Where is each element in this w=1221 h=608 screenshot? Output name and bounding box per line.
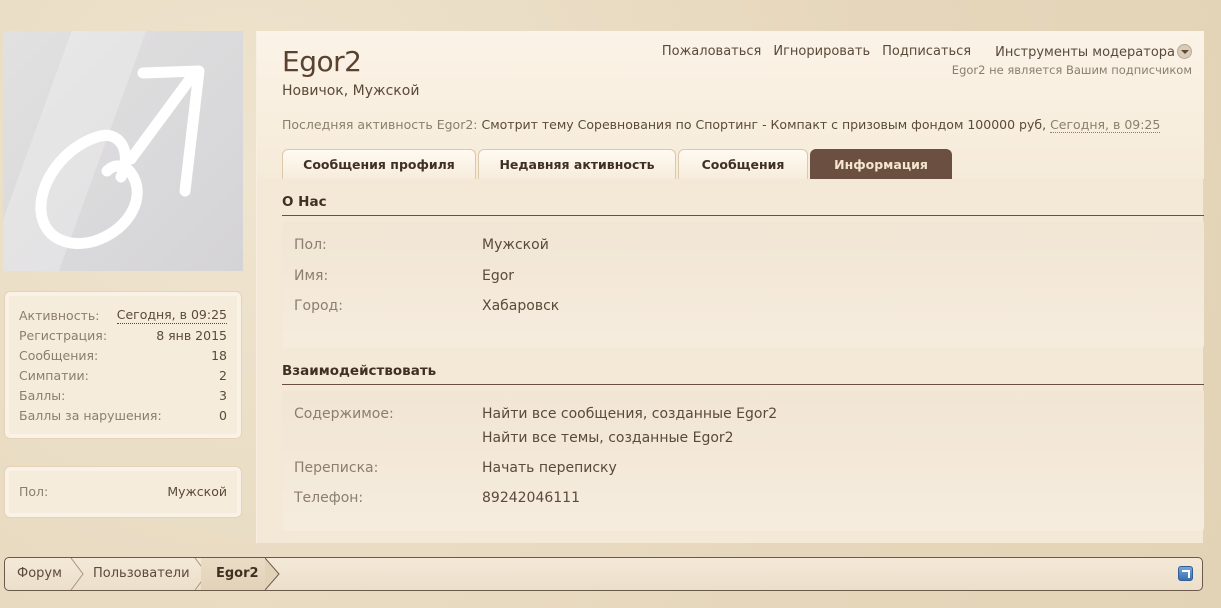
about-section-body: Пол: Мужской Имя: Egor Город: Хабаровск <box>282 222 1204 348</box>
jump-to-icon[interactable] <box>1178 566 1193 581</box>
info-label: Имя: <box>294 268 329 284</box>
male-symbol-icon <box>35 65 205 249</box>
breadcrumb-separator-icon <box>265 558 280 590</box>
stat-label: Баллы: <box>19 388 66 403</box>
breadcrumb-item-current: Egor2 <box>216 566 259 581</box>
stat-row-registration: Регистрация: 8 янв 2015 <box>19 326 227 346</box>
page-title: Egor2 <box>282 45 362 78</box>
follow-link[interactable]: Подписаться <box>882 44 971 60</box>
stat-value-likes: 2 <box>219 368 227 383</box>
about-section-title: О Нас <box>282 180 1204 216</box>
stat-value-points: 3 <box>219 388 227 403</box>
stat-label: Баллы за нарушения: <box>19 408 162 423</box>
stat-row-activity: Активность: Сегодня, в 09:25 <box>19 306 227 326</box>
stat-row-messages: Сообщения: 18 <box>19 346 227 366</box>
member-gender-box: Пол: Мужской <box>4 466 242 518</box>
info-value: Egor <box>482 268 515 284</box>
chevron-down-icon <box>1177 44 1192 59</box>
info-value: Мужской <box>482 237 549 253</box>
profile-tabs: Сообщения профиля Недавняя активность Со… <box>282 149 954 179</box>
user-title: Новичок, Мужской <box>282 83 420 99</box>
breadcrumb: Форум Пользователи Egor2 <box>4 557 1203 591</box>
stat-value-activity[interactable]: Сегодня, в 09:25 <box>116 307 227 324</box>
moderator-tools-label: Инструменты модератора <box>995 45 1175 60</box>
breadcrumb-separator-icon <box>70 558 84 590</box>
phone-value: 89242046111 <box>482 490 580 506</box>
tab-recent-activity[interactable]: Недавняя активность <box>478 149 676 179</box>
stat-label: Регистрация: <box>19 328 108 343</box>
member-stats-box: Активность: Сегодня, в 09:25 Регистрация… <box>4 291 242 439</box>
tab-information[interactable]: Информация <box>810 149 952 179</box>
stat-label: Сообщения: <box>19 348 99 363</box>
profile-header: Egor2 Новичок, Мужской Пожаловаться Игно… <box>257 31 1204 179</box>
stat-value-warning-points: 0 <box>219 408 227 423</box>
breadcrumb-item-users[interactable]: Пользователи <box>93 558 190 590</box>
stat-row-warning-points: Баллы за нарушения: 0 <box>19 406 227 426</box>
last-activity: Последняя активность Egor2: Смотрит тему… <box>282 117 1161 133</box>
profile-main-panel: Egor2 Новичок, Мужской Пожаловаться Игно… <box>256 31 1204 543</box>
last-activity-time[interactable]: Сегодня, в 09:25 <box>1050 117 1161 133</box>
last-activity-text: Смотрит тему Соревнования по Спортинг - … <box>481 117 1047 132</box>
stat-row-gender: Пол: Мужской <box>19 482 227 502</box>
follow-status-note: Egor2 не является Вашим подписчиком <box>951 63 1192 77</box>
info-value: Хабаровск <box>482 298 560 314</box>
stat-row-likes: Симпатии: 2 <box>19 366 227 386</box>
stat-value-registration: 8 янв 2015 <box>156 328 227 343</box>
stat-row-points: Баллы: 3 <box>19 386 227 406</box>
profile-actions: Пожаловаться Игнорировать Подписаться Ин… <box>650 44 1192 60</box>
breadcrumb-item-forum[interactable]: Форум <box>17 558 62 590</box>
start-conversation-link[interactable]: Начать переписку <box>482 460 617 476</box>
ignore-link[interactable]: Игнорировать <box>773 44 870 60</box>
report-link[interactable]: Пожаловаться <box>662 44 762 60</box>
interact-section-body: Содержимое: Найти все сообщения, созданн… <box>282 391 1204 531</box>
info-label: Город: <box>294 298 343 314</box>
stat-label: Пол: <box>19 484 49 499</box>
find-threads-link[interactable]: Найти все темы, созданные Egor2 <box>482 430 734 446</box>
stat-label: Симпатии: <box>19 368 89 383</box>
interact-section-title: Взаимодействовать <box>282 349 1204 385</box>
info-label: Пол: <box>294 237 327 253</box>
tab-profile-posts[interactable]: Сообщения профиля <box>282 149 476 179</box>
avatar[interactable] <box>3 31 243 271</box>
info-label: Содержимое: <box>294 406 394 422</box>
stat-label: Активность: <box>19 308 100 323</box>
info-label: Переписка: <box>294 460 379 476</box>
info-label: Телефон: <box>294 490 364 506</box>
find-posts-link[interactable]: Найти все сообщения, созданные Egor2 <box>482 406 777 422</box>
stat-value-messages: 18 <box>211 348 227 363</box>
last-activity-label: Последняя активность Egor2: <box>282 117 478 132</box>
stat-value-gender: Мужской <box>167 484 227 499</box>
tab-postings[interactable]: Сообщения <box>678 149 808 179</box>
moderator-tools-menu[interactable]: Инструменты модератора <box>983 44 1192 60</box>
